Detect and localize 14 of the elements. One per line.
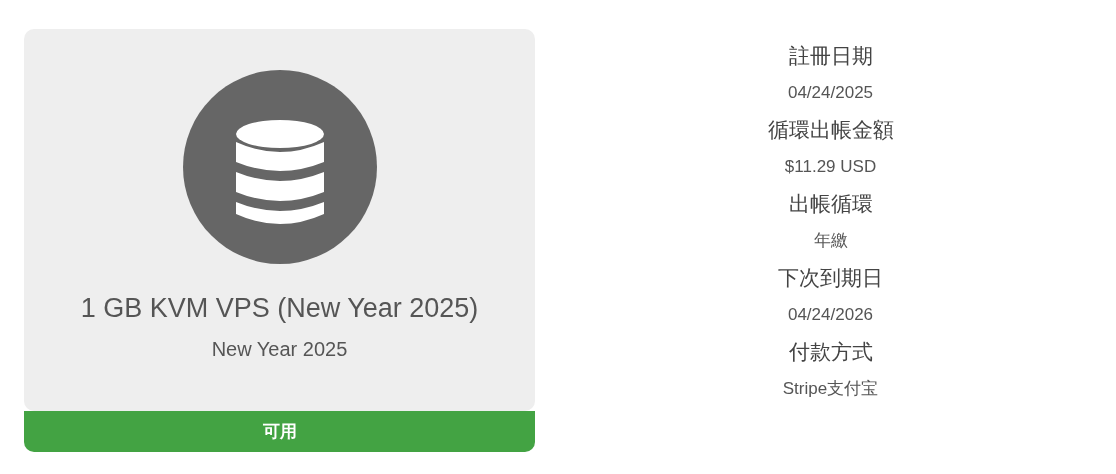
detail-value: 04/24/2026	[787, 303, 874, 326]
detail-value: 04/24/2025	[787, 81, 874, 104]
product-subtitle: New Year 2025	[211, 336, 348, 362]
product-title: 1 GB KVM VPS (New Year 2025)	[80, 292, 479, 325]
detail-label: 下次到期日	[778, 264, 883, 291]
detail-label: 付款方式	[788, 338, 873, 365]
detail-label: 註冊日期	[788, 42, 873, 69]
status-bar: 可用	[24, 411, 535, 452]
detail-value: Stripe支付宝	[782, 377, 879, 400]
detail-label: 循環出帳金額	[767, 116, 894, 143]
detail-label: 出帳循環	[788, 190, 873, 217]
detail-value: 年繳	[813, 229, 848, 252]
detail-value: $11.29 USD	[784, 155, 877, 178]
database-icon	[182, 70, 377, 264]
